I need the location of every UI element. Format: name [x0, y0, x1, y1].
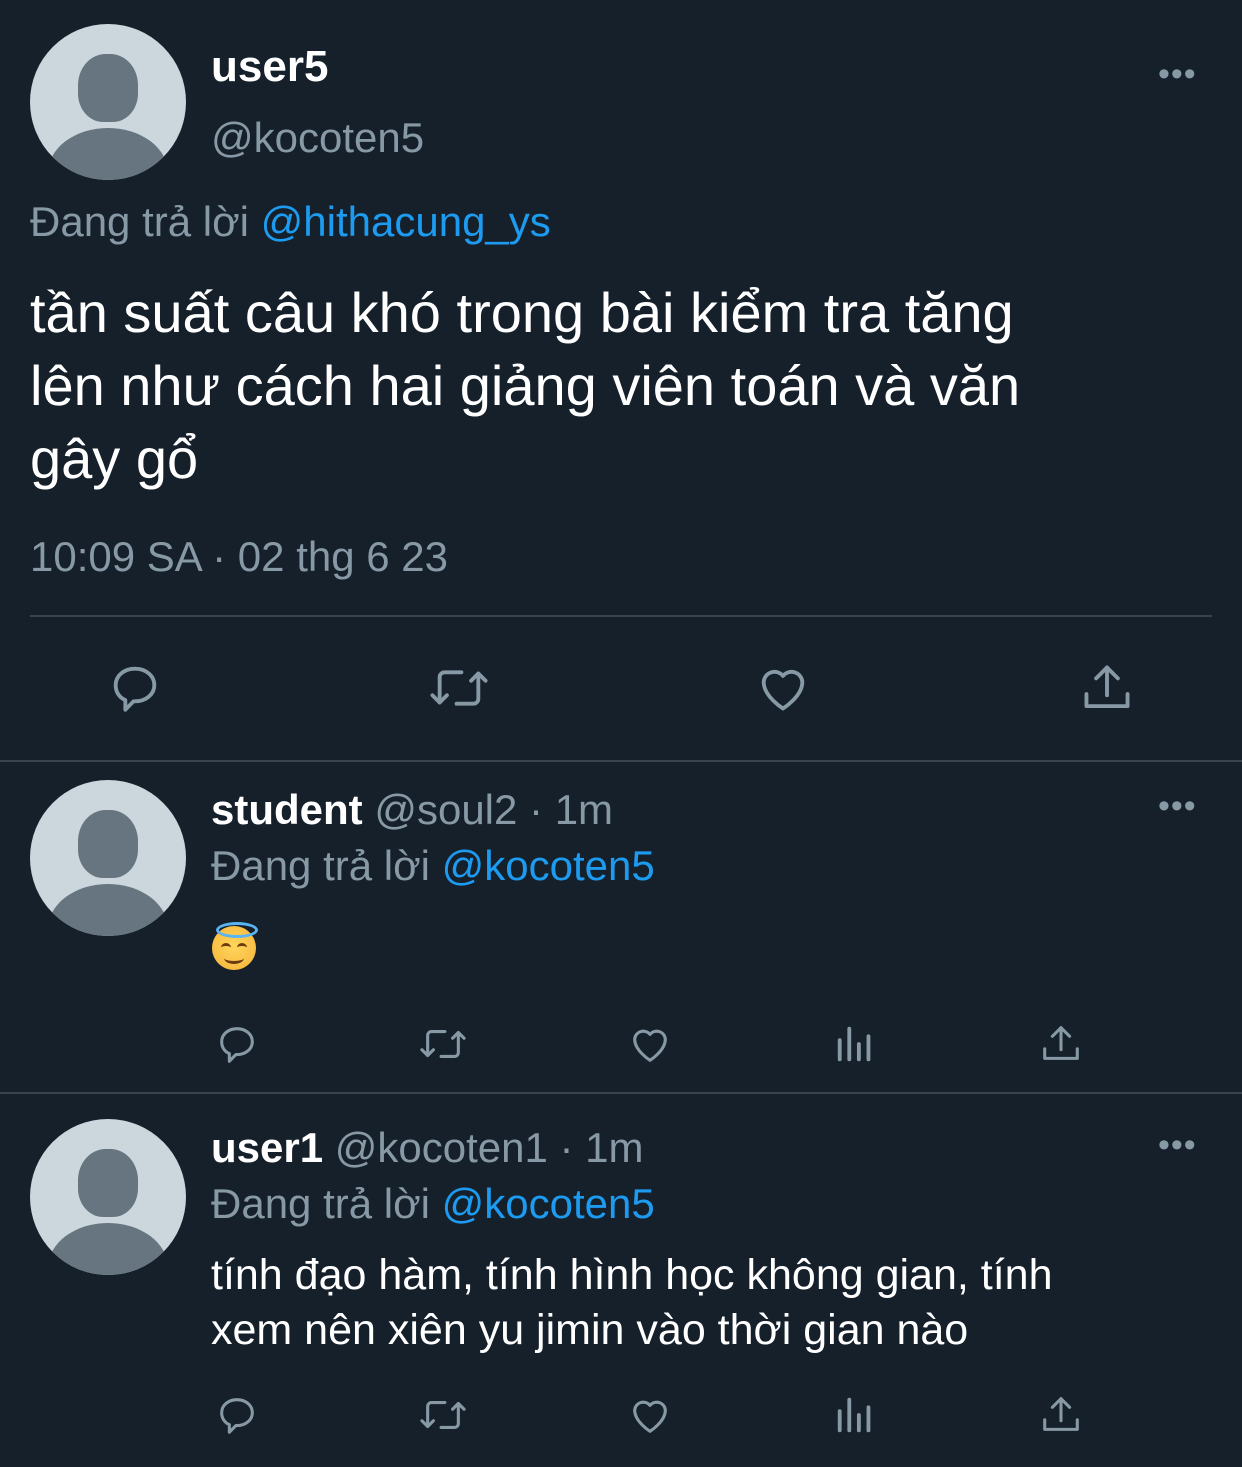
reply-text-line: xem nên xiên yu jimin vào thời gian nào: [211, 1306, 969, 1354]
handle[interactable]: @kocoten1: [335, 1124, 548, 1171]
reply-icon[interactable]: [106, 659, 164, 717]
views-icon[interactable]: [833, 1021, 879, 1067]
retweet-icon[interactable]: [416, 1021, 470, 1067]
handle[interactable]: @kocoten5: [211, 114, 424, 162]
reply-to-mention[interactable]: @kocoten5: [442, 842, 655, 889]
more-icon[interactable]: •••: [1158, 57, 1197, 91]
avatar-user5[interactable]: [30, 24, 186, 180]
display-name[interactable]: user1: [211, 1124, 323, 1171]
retweet-icon[interactable]: [416, 1392, 470, 1438]
reply-header: student @soul2 · 1m: [211, 786, 613, 834]
reply-time[interactable]: · 1m: [529, 786, 613, 833]
reply-text-line: tính đạo hàm, tính hình học không gian, …: [211, 1251, 1053, 1299]
reply-to-mention[interactable]: @hithacung_ys: [261, 198, 551, 245]
like-icon[interactable]: [626, 1392, 674, 1438]
reply-icon[interactable]: [214, 1021, 260, 1067]
reply-time[interactable]: · 1m: [560, 1124, 644, 1171]
share-icon[interactable]: [1078, 659, 1136, 717]
reply-context: Đang trả lời @kocoten5: [211, 1180, 655, 1228]
handle[interactable]: @soul2: [374, 786, 517, 833]
divider: [30, 615, 1212, 617]
reply-text: tính đạo hàm, tính hình học không gian, …: [211, 1248, 1053, 1358]
divider: [0, 760, 1242, 762]
reply-prefix: Đang trả lời: [211, 1180, 430, 1227]
like-icon[interactable]: [753, 659, 813, 717]
smiling-face-with-halo-icon: [212, 922, 258, 970]
divider: [0, 1092, 1242, 1094]
like-icon[interactable]: [626, 1021, 674, 1067]
avatar-user1[interactable]: [30, 1119, 186, 1275]
share-icon[interactable]: [1038, 1021, 1084, 1067]
tweet-text: tần suất câu khó trong bài kiểm tra tăng…: [30, 276, 1020, 495]
reply-header: user1 @kocoten1 · 1m: [211, 1124, 644, 1172]
display-name[interactable]: student: [211, 786, 363, 833]
reply-context: Đang trả lời @kocoten5: [211, 842, 655, 890]
tweet-text-line: gây gổ: [30, 427, 199, 490]
reply-context: Đang trả lời @hithacung_ys: [30, 198, 551, 246]
reply-prefix: Đang trả lời: [211, 842, 430, 889]
retweet-icon[interactable]: [427, 659, 491, 717]
more-icon[interactable]: •••: [1158, 789, 1197, 823]
reply-prefix: Đang trả lời: [30, 198, 249, 245]
views-icon[interactable]: [833, 1392, 879, 1438]
reply-icon[interactable]: [214, 1392, 260, 1438]
tweet-text-line: tần suất câu khó trong bài kiểm tra tăng: [30, 281, 1014, 344]
timestamp[interactable]: 10:09 SA · 02 thg 6 23: [30, 533, 448, 581]
tweet-text-line: lên như cách hai giảng viên toán và văn: [30, 354, 1021, 417]
display-name[interactable]: user5: [211, 42, 328, 92]
reply-to-mention[interactable]: @kocoten5: [442, 1180, 655, 1227]
avatar-student[interactable]: [30, 780, 186, 936]
share-icon[interactable]: [1038, 1392, 1084, 1438]
more-icon[interactable]: •••: [1158, 1128, 1197, 1162]
